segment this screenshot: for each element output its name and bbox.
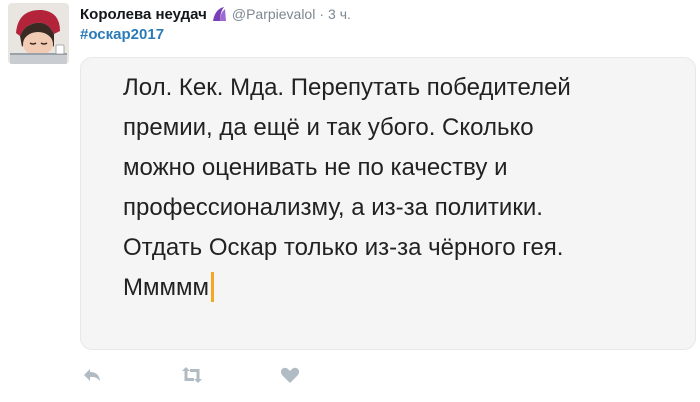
like-button[interactable] [278, 363, 302, 387]
text-cursor [211, 272, 214, 302]
avatar[interactable] [8, 3, 69, 64]
timestamp[interactable]: 3 ч. [328, 6, 351, 22]
note-line: Отдать Оскар только из-за чёрного гея. [123, 234, 564, 261]
note-line: премии, да ещё и так убого. Сколько [123, 114, 534, 141]
retweet-button[interactable] [178, 363, 206, 387]
header-separator: · [319, 6, 325, 22]
tweet-header: Королева неудач @Parpievalol · 3 ч. [80, 3, 351, 25]
note-line-text: Ммммм [123, 274, 209, 301]
note-text: Лол. Кек. Мда. Перепутать победителей пр… [123, 68, 691, 308]
heart-icon [280, 367, 300, 383]
note-line-last: Ммммм [123, 268, 691, 308]
reply-button[interactable] [80, 363, 104, 387]
note-line: Лол. Кек. Мда. Перепутать победителей [123, 74, 571, 101]
note-screenshot: Лол. Кек. Мда. Перепутать победителей пр… [80, 57, 696, 350]
hashtag-link[interactable]: #оскар2017 [80, 26, 164, 43]
retweet-icon [182, 367, 202, 383]
avatar-image-icon [8, 3, 69, 64]
note-line: профессионализму, а из-за политики. [123, 194, 543, 221]
display-name[interactable]: Королева неудач [80, 6, 207, 23]
note-line: можно оценивать не по качеству и [123, 154, 508, 181]
reply-icon [84, 369, 100, 381]
user-handle[interactable]: @Parpievalol [232, 6, 315, 22]
tweet: Королева неудач @Parpievalol · 3 ч. #оск… [0, 0, 700, 402]
purple-crescent-icon [211, 6, 227, 22]
